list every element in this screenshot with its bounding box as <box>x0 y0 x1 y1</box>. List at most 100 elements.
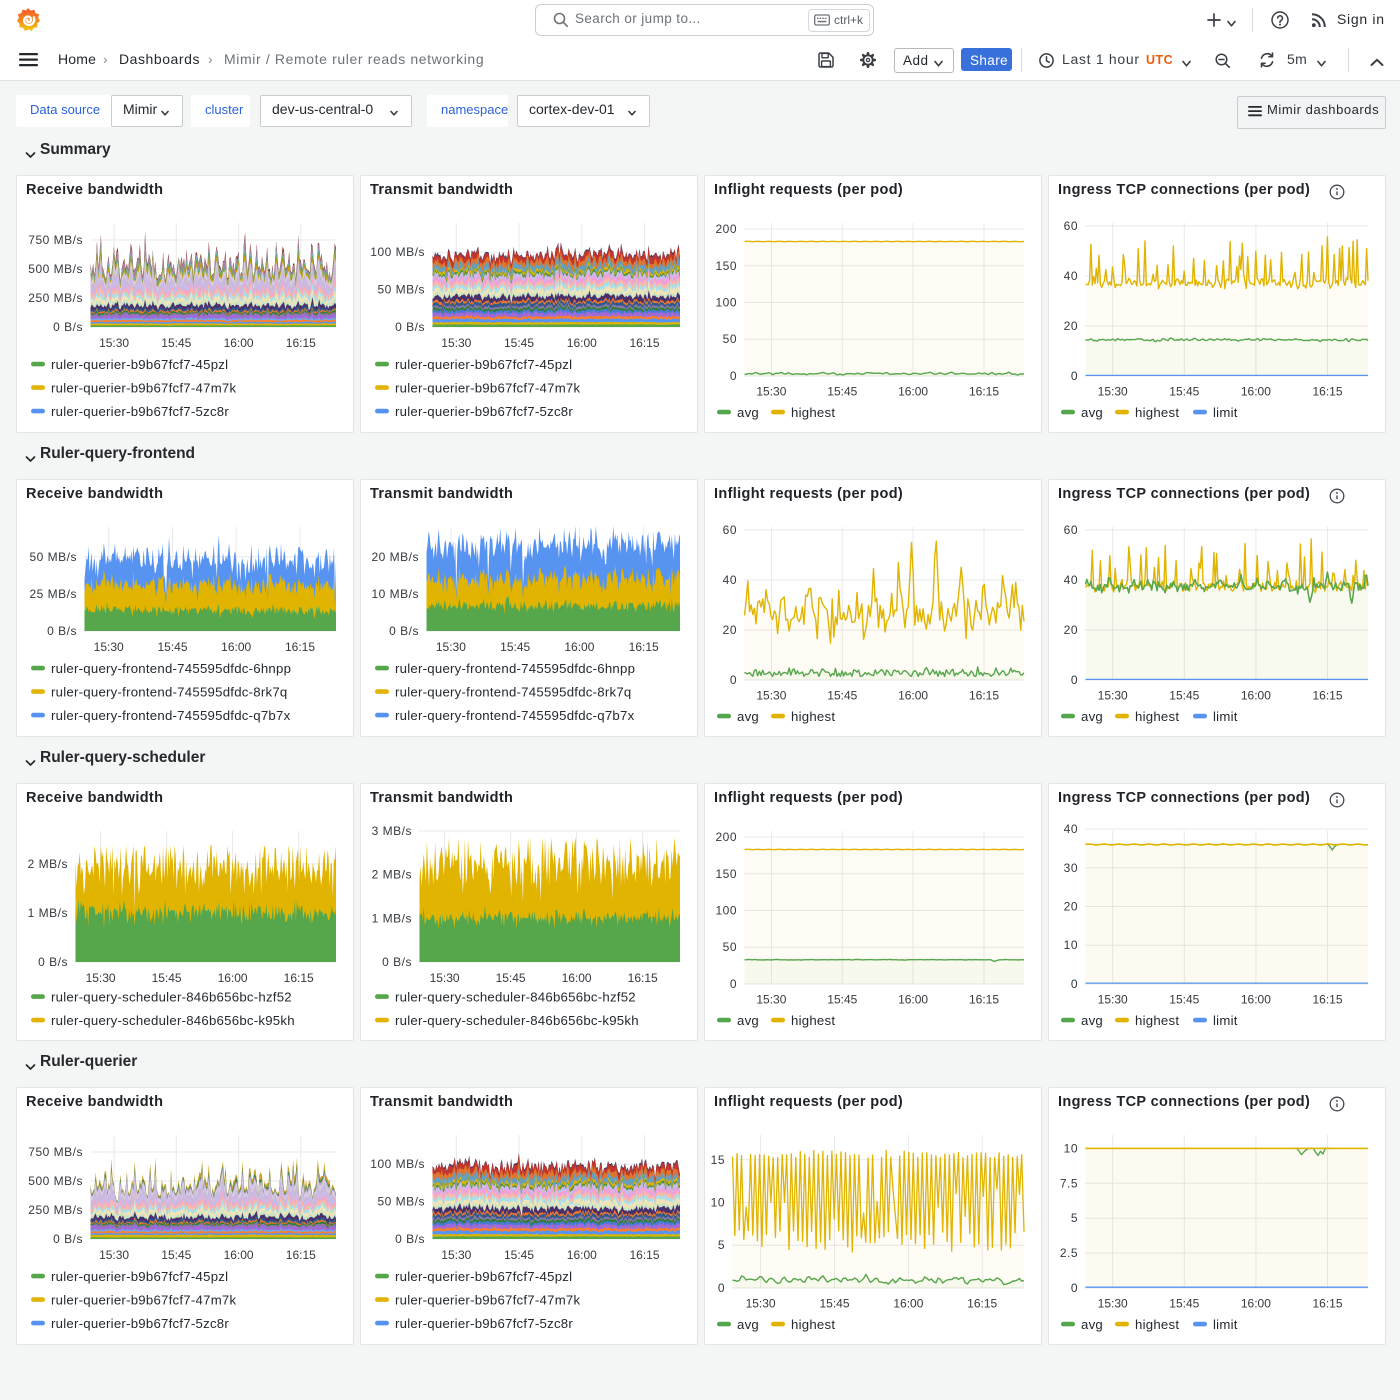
svg-text:16:15: 16:15 <box>629 336 659 350</box>
svg-text:10 MB/s: 10 MB/s <box>371 587 419 601</box>
svg-text:ruler-querier-b9b67fcf7-45pzl: ruler-querier-b9b67fcf7-45pzl <box>395 1269 572 1284</box>
svg-text:avg: avg <box>737 709 759 724</box>
svg-text:highest: highest <box>1135 709 1179 724</box>
svg-text:16:00: 16:00 <box>893 1297 923 1311</box>
svg-text:avg: avg <box>737 1013 759 1028</box>
svg-text:100 MB/s: 100 MB/s <box>370 1157 425 1171</box>
svg-text:ruler-querier-b9b67fcf7-47m7k: ruler-querier-b9b67fcf7-47m7k <box>395 380 581 395</box>
svg-text:15:30: 15:30 <box>436 640 466 654</box>
svg-text:highest: highest <box>791 405 835 420</box>
svg-text:ruler-query-frontend-745595dfd: ruler-query-frontend-745595dfdc-8rk7q <box>51 684 288 699</box>
svg-text:16:00: 16:00 <box>1241 689 1271 703</box>
svg-text:15:45: 15:45 <box>827 689 857 703</box>
svg-text:50 MB/s: 50 MB/s <box>29 550 77 564</box>
svg-text:500 MB/s: 500 MB/s <box>28 1174 83 1188</box>
svg-text:15:45: 15:45 <box>1169 385 1199 399</box>
svg-text:20 MB/s: 20 MB/s <box>371 550 419 564</box>
svg-text:limit: limit <box>1213 405 1238 420</box>
svg-text:16:00: 16:00 <box>1241 993 1271 1007</box>
svg-text:15:45: 15:45 <box>500 640 530 654</box>
svg-text:15:45: 15:45 <box>496 971 526 985</box>
svg-text:100 MB/s: 100 MB/s <box>370 245 425 259</box>
svg-text:15:30: 15:30 <box>99 1248 129 1262</box>
svg-text:ruler-querier-b9b67fcf7-47m7k: ruler-querier-b9b67fcf7-47m7k <box>51 1292 237 1307</box>
svg-text:16:00: 16:00 <box>224 336 254 350</box>
svg-text:1 MB/s: 1 MB/s <box>28 906 68 920</box>
svg-text:0 B/s: 0 B/s <box>395 1232 425 1246</box>
svg-text:avg: avg <box>737 1317 759 1332</box>
svg-text:16:15: 16:15 <box>628 971 658 985</box>
svg-text:150: 150 <box>715 259 737 273</box>
svg-text:0: 0 <box>1071 1281 1078 1295</box>
svg-text:15:45: 15:45 <box>161 1248 191 1262</box>
svg-text:50 MB/s: 50 MB/s <box>377 283 425 297</box>
svg-text:16:00: 16:00 <box>221 640 251 654</box>
svg-text:highest: highest <box>791 709 835 724</box>
svg-text:15:45: 15:45 <box>504 336 534 350</box>
svg-text:16:15: 16:15 <box>286 336 316 350</box>
svg-text:15:45: 15:45 <box>504 1248 534 1262</box>
svg-text:0: 0 <box>1071 673 1078 687</box>
svg-text:15:30: 15:30 <box>756 385 786 399</box>
svg-text:0 B/s: 0 B/s <box>395 320 425 334</box>
svg-text:750 MB/s: 750 MB/s <box>28 233 83 247</box>
svg-text:15: 15 <box>711 1153 725 1167</box>
svg-text:2 MB/s: 2 MB/s <box>372 868 412 882</box>
svg-text:16:15: 16:15 <box>629 1248 659 1262</box>
svg-text:15:45: 15:45 <box>152 971 182 985</box>
svg-text:avg: avg <box>1081 1317 1103 1332</box>
svg-text:20: 20 <box>1064 319 1078 333</box>
svg-text:0: 0 <box>730 369 737 383</box>
svg-text:3 MB/s: 3 MB/s <box>372 824 412 838</box>
svg-text:ruler-querier-b9b67fcf7-47m7k: ruler-querier-b9b67fcf7-47m7k <box>51 380 237 395</box>
svg-text:0: 0 <box>1071 369 1078 383</box>
svg-text:1 MB/s: 1 MB/s <box>372 911 412 925</box>
svg-text:ruler-querier-b9b67fcf7-45pzl: ruler-querier-b9b67fcf7-45pzl <box>395 357 572 372</box>
svg-text:limit: limit <box>1213 1317 1238 1332</box>
svg-text:0 B/s: 0 B/s <box>53 320 83 334</box>
svg-text:highest: highest <box>1135 1013 1179 1028</box>
svg-text:20: 20 <box>1064 900 1078 914</box>
svg-text:50: 50 <box>723 940 737 954</box>
svg-text:0 B/s: 0 B/s <box>382 955 412 969</box>
svg-text:15:30: 15:30 <box>1098 993 1128 1007</box>
svg-text:15:30: 15:30 <box>441 336 471 350</box>
svg-text:0 B/s: 0 B/s <box>53 1232 83 1246</box>
svg-text:ruler-query-scheduler-846b656b: ruler-query-scheduler-846b656bc-hzf52 <box>51 989 292 1004</box>
svg-text:16:15: 16:15 <box>1312 1297 1342 1311</box>
svg-text:16:00: 16:00 <box>218 971 248 985</box>
svg-text:16:15: 16:15 <box>629 640 659 654</box>
svg-text:16:00: 16:00 <box>898 993 928 1007</box>
svg-text:0: 0 <box>730 977 737 991</box>
svg-text:16:00: 16:00 <box>224 1248 254 1262</box>
svg-text:highest: highest <box>791 1317 835 1332</box>
svg-text:0: 0 <box>718 1281 725 1295</box>
svg-text:16:15: 16:15 <box>969 385 999 399</box>
svg-text:15:30: 15:30 <box>86 971 116 985</box>
svg-text:25 MB/s: 25 MB/s <box>29 587 77 601</box>
svg-text:ruler-query-scheduler-846b656b: ruler-query-scheduler-846b656bc-k95kh <box>51 1013 295 1028</box>
svg-text:250 MB/s: 250 MB/s <box>28 1203 83 1217</box>
svg-text:7.5: 7.5 <box>1060 1176 1078 1190</box>
svg-text:60: 60 <box>1064 523 1078 537</box>
svg-text:100: 100 <box>715 904 737 918</box>
svg-text:16:15: 16:15 <box>969 689 999 703</box>
svg-text:20: 20 <box>723 623 737 637</box>
svg-text:15:45: 15:45 <box>157 640 187 654</box>
svg-text:15:30: 15:30 <box>441 1248 471 1262</box>
svg-text:16:15: 16:15 <box>286 1248 316 1262</box>
svg-text:0: 0 <box>730 673 737 687</box>
svg-text:ruler-query-frontend-745595dfd: ruler-query-frontend-745595dfdc-q7b7x <box>395 708 635 723</box>
svg-text:ruler-query-frontend-745595dfd: ruler-query-frontend-745595dfdc-q7b7x <box>51 708 291 723</box>
svg-text:15:30: 15:30 <box>1098 385 1128 399</box>
svg-text:highest: highest <box>791 1013 835 1028</box>
svg-text:250 MB/s: 250 MB/s <box>28 291 83 305</box>
svg-text:ruler-querier-b9b67fcf7-5zc8r: ruler-querier-b9b67fcf7-5zc8r <box>51 404 229 419</box>
svg-text:16:00: 16:00 <box>1241 385 1271 399</box>
svg-text:ruler-querier-b9b67fcf7-5zc8r: ruler-querier-b9b67fcf7-5zc8r <box>395 404 573 419</box>
svg-text:500 MB/s: 500 MB/s <box>28 262 83 276</box>
svg-text:50: 50 <box>723 332 737 346</box>
svg-text:ruler-query-scheduler-846b656b: ruler-query-scheduler-846b656bc-k95kh <box>395 1013 639 1028</box>
svg-text:16:15: 16:15 <box>284 971 314 985</box>
svg-text:15:30: 15:30 <box>430 971 460 985</box>
